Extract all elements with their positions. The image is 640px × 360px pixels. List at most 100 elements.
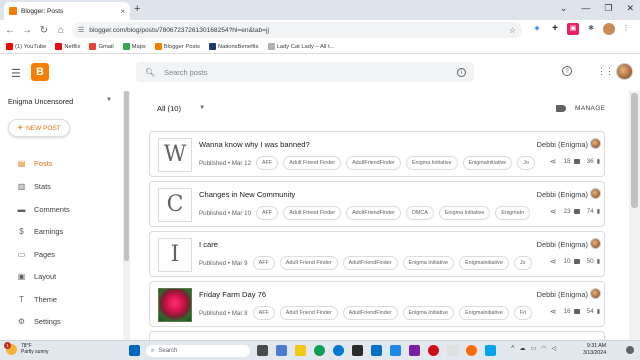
label-chip[interactable]: Enigma Initiative bbox=[402, 256, 455, 270]
sidebar-item-settings[interactable]: ⚙ Settings bbox=[0, 312, 122, 330]
extension-icon-3[interactable]: ▣ bbox=[567, 23, 579, 35]
label-chip[interactable]: AFF bbox=[252, 256, 275, 270]
main-scrollbar[interactable] bbox=[629, 91, 640, 340]
search-posts-input[interactable]: 🔍︎ Search posts i bbox=[136, 62, 474, 82]
volume-icon[interactable]: ◁ bbox=[551, 345, 556, 352]
post-title[interactable]: Wanna know why I was banned? bbox=[199, 140, 310, 149]
edge-icon[interactable] bbox=[333, 345, 344, 356]
back-icon[interactable]: ← bbox=[3, 25, 17, 36]
bookmark-item[interactable]: Maps bbox=[122, 43, 146, 50]
post-row[interactable]: W Wanna know why I was banned? Published… bbox=[149, 131, 605, 177]
app-icon-4[interactable] bbox=[485, 345, 496, 356]
bookmark-item[interactable]: (1) YouTube bbox=[6, 43, 46, 50]
file-explorer-icon[interactable] bbox=[295, 345, 306, 356]
app-icon-3[interactable] bbox=[447, 345, 458, 356]
home-icon[interactable]: ⌂ bbox=[54, 25, 68, 36]
sidebar-item-theme[interactable]: T Theme bbox=[0, 290, 122, 308]
forward-icon[interactable]: → bbox=[20, 25, 34, 36]
account-avatar[interactable] bbox=[616, 63, 633, 80]
label-chip[interactable]: AdultFriendFinder bbox=[342, 256, 398, 270]
extension-icon-2[interactable]: ✚ bbox=[549, 23, 561, 35]
label-chip[interactable]: DMCA bbox=[405, 206, 434, 220]
address-bar[interactable]: ☰ blogger.com/blog/posts/780672372613016… bbox=[72, 22, 522, 38]
label-chip[interactable]: AdultFriendFinder bbox=[346, 206, 401, 220]
mail-icon[interactable] bbox=[371, 345, 382, 356]
label-chip[interactable]: Jo bbox=[517, 156, 535, 170]
label-chip[interactable]: AFF bbox=[256, 206, 279, 220]
label-chip[interactable]: Enigmainitiative bbox=[459, 256, 509, 270]
sidebar-item-layout[interactable]: ▣ Layout bbox=[0, 267, 122, 285]
post-title[interactable]: Changes in New Community bbox=[199, 190, 295, 199]
post-row[interactable]: Friday Farm Day 76 Published • Mar 8 AFF… bbox=[149, 281, 605, 327]
post-row[interactable]: I I care Published • Mar 9 AFF Adult Fri… bbox=[149, 231, 605, 277]
wifi-icon[interactable]: ◠ bbox=[541, 345, 546, 352]
new-tab-button[interactable]: + bbox=[134, 3, 140, 15]
share-icon[interactable]: ⋖ bbox=[550, 307, 557, 316]
store-icon[interactable] bbox=[352, 345, 363, 356]
sidebar-item-comments[interactable]: ▬ Comments bbox=[0, 200, 122, 218]
clock[interactable]: 9:31 AM 3/13/2024 bbox=[583, 343, 606, 357]
post-title[interactable]: Friday Farm Day 76 bbox=[199, 290, 266, 299]
close-window-icon[interactable]: ✕ bbox=[626, 3, 634, 14]
share-icon[interactable]: ⋖ bbox=[550, 207, 557, 216]
scrollbar-thumb[interactable] bbox=[631, 93, 638, 208]
label-chip[interactable]: Fri bbox=[513, 306, 533, 320]
label-chip[interactable]: AFF bbox=[256, 156, 279, 170]
label-chip[interactable]: Enigma Initiative bbox=[402, 306, 455, 320]
blog-selector[interactable]: Enigma Uncensored ▼ bbox=[8, 97, 112, 106]
battery-icon[interactable]: ▭ bbox=[531, 345, 537, 352]
share-icon[interactable]: ⋖ bbox=[550, 157, 557, 166]
label-chip[interactable]: Enigma Initiative bbox=[438, 206, 491, 220]
tab-blogger-posts[interactable]: Blogger: Posts × bbox=[4, 2, 130, 20]
post-title[interactable]: I care bbox=[199, 240, 218, 249]
bookmark-item[interactable]: Blogger Posts bbox=[154, 43, 200, 50]
cloud-icon[interactable]: ☁ bbox=[520, 345, 526, 352]
opera-icon[interactable] bbox=[428, 345, 439, 356]
manage-labels-button[interactable]: MANAGE bbox=[556, 105, 605, 112]
profile-avatar-icon[interactable] bbox=[603, 23, 615, 35]
site-info-icon[interactable]: ☰ bbox=[78, 26, 84, 34]
new-post-button[interactable]: + NEW POST bbox=[8, 119, 70, 137]
label-chip[interactable]: Enigma Initiative bbox=[405, 156, 458, 170]
label-chip[interactable]: Jo bbox=[513, 256, 532, 270]
extension-icon-1[interactable]: ◈ bbox=[531, 23, 543, 35]
label-chip[interactable]: Adult Friend Finder bbox=[279, 306, 338, 320]
menu-icon[interactable]: ☰ bbox=[11, 67, 21, 80]
minimize-icon[interactable]: — bbox=[581, 3, 590, 14]
sidebar-item-stats[interactable]: ▥ Stats bbox=[0, 177, 122, 195]
app-icon-2[interactable] bbox=[409, 345, 420, 356]
label-chip[interactable]: AdultFriendFinder bbox=[342, 306, 398, 320]
label-chip[interactable]: Adult Friend Finder bbox=[283, 206, 342, 220]
label-chip[interactable]: AFF bbox=[252, 306, 275, 320]
sidebar-item-pages[interactable]: ▭ Pages bbox=[0, 245, 122, 263]
label-chip[interactable]: Enigmainitiative bbox=[459, 306, 509, 320]
scrollbar-thumb[interactable] bbox=[124, 91, 129, 261]
chevron-down-icon[interactable]: ⌄ bbox=[560, 3, 568, 14]
bookmark-item[interactable]: NationsBenefits bbox=[208, 43, 259, 50]
help-icon[interactable]: ? bbox=[562, 66, 572, 76]
bookmark-item[interactable]: Netflix bbox=[55, 43, 80, 50]
label-chip[interactable]: EnigmaIn bbox=[495, 206, 531, 220]
label-chip[interactable]: Enigmainitiative bbox=[462, 156, 513, 170]
task-view-icon[interactable] bbox=[257, 345, 268, 356]
sidebar-scrollbar[interactable] bbox=[123, 91, 130, 340]
blogger-logo-icon[interactable]: B bbox=[31, 63, 49, 81]
post-filter-dropdown[interactable]: All (10) ▼ bbox=[157, 104, 205, 113]
chat-icon[interactable] bbox=[276, 345, 287, 356]
weather-widget[interactable]: 1 78°F Partly sunny bbox=[4, 341, 49, 355]
chrome-icon[interactable] bbox=[314, 345, 325, 356]
label-chip[interactable]: Adult Friend Finder bbox=[279, 256, 338, 270]
firefox-icon[interactable] bbox=[466, 345, 477, 356]
restore-icon[interactable]: ❐ bbox=[604, 3, 612, 14]
bookmark-item[interactable]: Gmail bbox=[89, 43, 114, 50]
post-row[interactable]: C Changes in New Community Published • M… bbox=[149, 181, 605, 227]
label-chip[interactable]: Adult Friend Finder bbox=[283, 156, 342, 170]
bookmark-star-icon[interactable]: ☆ bbox=[509, 26, 516, 35]
sidebar-item-posts[interactable]: ▤ Posts bbox=[0, 154, 122, 172]
app-icon[interactable] bbox=[390, 345, 401, 356]
extensions-puzzle-icon[interactable]: ✱ bbox=[585, 23, 597, 35]
reload-icon[interactable]: ↻ bbox=[37, 25, 51, 36]
bookmark-item[interactable]: Lady Cat Lady – All t... bbox=[267, 43, 335, 50]
start-icon[interactable] bbox=[129, 345, 140, 356]
info-icon[interactable]: i bbox=[457, 67, 466, 77]
